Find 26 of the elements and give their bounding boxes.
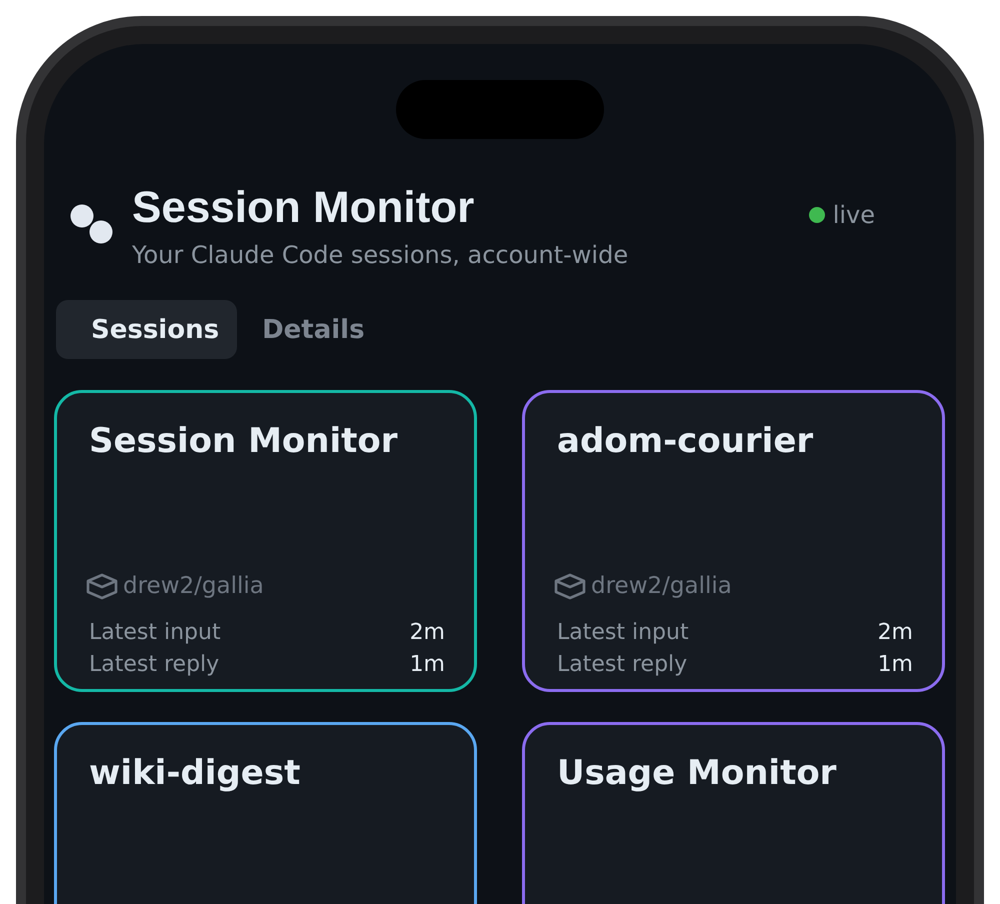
repo-name: drew2/gallia bbox=[591, 573, 732, 599]
status-label: live bbox=[832, 200, 875, 230]
repo-name: drew2/gallia bbox=[123, 573, 264, 599]
session-title: adom-courier bbox=[557, 421, 814, 461]
stat-value: 2m bbox=[410, 620, 445, 644]
stat-label: Latest reply bbox=[89, 652, 220, 676]
session-card[interactable]: wiki-digest bbox=[54, 722, 477, 904]
session-card[interactable]: Usage Monitor bbox=[522, 722, 945, 904]
tab[interactable]: Sessions bbox=[56, 300, 238, 359]
session-title: Session Monitor bbox=[89, 421, 399, 461]
stat-label: Latest input bbox=[557, 620, 689, 644]
stat-value: 1m bbox=[410, 652, 445, 676]
stat-value: 1m bbox=[878, 652, 913, 676]
session-card[interactable]: Session Monitor drew2/gallia Latest input 2m Latest reply 1m bbox=[54, 390, 477, 692]
session-title: wiki-digest bbox=[89, 753, 302, 793]
app-subtitle: Your Claude Code sessions, account-wide bbox=[132, 241, 630, 270]
tab[interactable]: Details bbox=[244, 300, 383, 359]
box-icon bbox=[86, 572, 118, 600]
two-dots-logo-icon bbox=[70, 204, 114, 244]
stat-label: Latest input bbox=[89, 620, 221, 644]
session-card[interactable]: adom-courier drew2/gallia Latest input 2m Latest reply 1m bbox=[522, 390, 945, 692]
stat-value: 2m bbox=[878, 620, 913, 644]
box-icon bbox=[554, 572, 586, 600]
app-title: Session Monitor bbox=[132, 185, 476, 231]
stat-label: Latest reply bbox=[557, 652, 688, 676]
session-title: Usage Monitor bbox=[557, 753, 838, 793]
